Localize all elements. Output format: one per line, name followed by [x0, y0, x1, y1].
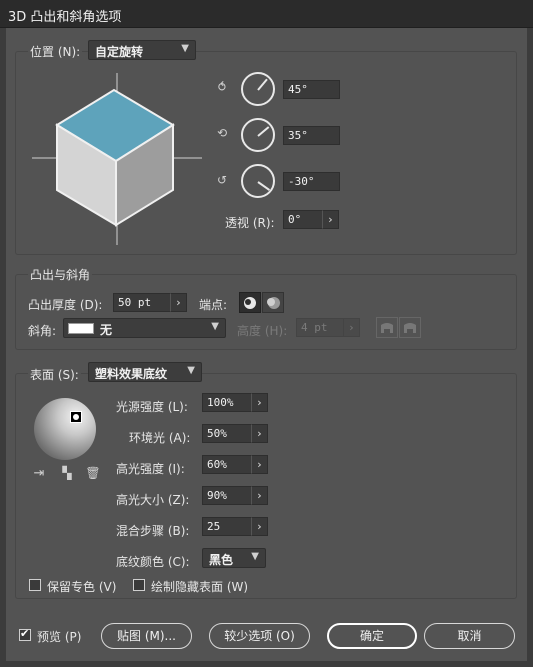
preserve-spot-label[interactable]: 保留专色 (V) [47, 578, 116, 595]
light-source-marker[interactable] [70, 411, 82, 423]
rotate-x-field[interactable]: 45° [283, 80, 340, 99]
highlight-intensity-field[interactable]: 60% [202, 455, 252, 474]
light-intensity-slider-button[interactable]: › [251, 393, 268, 412]
chevron-down-icon: ▼ [251, 551, 259, 562]
rotate-y-dial[interactable] [241, 118, 275, 152]
light-intensity-field[interactable]: 100% [202, 393, 252, 412]
new-light-icon[interactable]: ▚ [58, 466, 76, 480]
preview-checkbox[interactable] [19, 627, 31, 641]
highlight-intensity-label: 高光强度 (I): [116, 462, 185, 476]
blend-steps-label: 混合步骤 (B): [116, 524, 190, 538]
bevel-extent-in-button [376, 317, 398, 338]
extrude-section-label: 凸出与斜角 [28, 266, 93, 283]
rotate-x-icon: ⥀ [217, 80, 227, 94]
perspective-field[interactable]: 0° [283, 210, 323, 229]
chevron-down-icon: ▼ [187, 365, 195, 376]
position-preset-dropdown[interactable]: 自定旋转 ▼ [88, 40, 196, 60]
surface-dropdown[interactable]: 塑料效果底纹 ▼ [88, 362, 202, 382]
cube-preview[interactable] [32, 73, 202, 248]
blend-steps-slider-button[interactable]: › [251, 517, 268, 536]
ambient-slider-button[interactable]: › [251, 424, 268, 443]
dialog-body: 位置 (N): 自定旋转 ▼ ⥀ 45° ⟲ 35° ↺ -30° 透视 (R)… [6, 28, 527, 661]
extrude-depth-field[interactable]: 50 pt [113, 293, 171, 312]
bevel-height-slider-button: › [343, 318, 360, 337]
chevron-down-icon: ▼ [181, 43, 189, 54]
bevel-dropdown[interactable]: 无 ▼ [63, 318, 226, 338]
ambient-label: 环境光 (A): [129, 431, 191, 445]
surface-label: 表面 (S): [28, 366, 81, 383]
bevel-height-field: 4 pt [296, 318, 344, 337]
highlight-size-field[interactable]: 90% [202, 486, 252, 505]
cap-off-button[interactable] [262, 292, 284, 313]
perspective-label: 透视 (R): [225, 216, 275, 230]
cap-on-button[interactable] [239, 292, 261, 313]
bevel-label: 斜角: [28, 324, 57, 338]
position-label: 位置 (N): [28, 43, 83, 60]
preserve-spot-checkbox[interactable] [29, 579, 41, 591]
bevel-extent-out-button [399, 317, 421, 338]
cap-off-icon [267, 297, 280, 309]
blend-steps-field[interactable]: 25 [202, 517, 252, 536]
bevel-out-icon [404, 323, 416, 333]
position-preset-value: 自定旋转 [95, 45, 144, 59]
rotate-y-field[interactable]: 35° [283, 126, 340, 145]
preview-label[interactable]: 预览 (P) [37, 628, 81, 645]
rotate-z-icon: ↺ [216, 173, 228, 187]
highlight-size-slider-button[interactable]: › [251, 486, 268, 505]
ambient-field[interactable]: 50% [202, 424, 252, 443]
delete-light-icon: 🗑 [85, 466, 101, 480]
title-bar: 3D 凸出和斜角选项 [0, 0, 533, 28]
rotate-x-dial[interactable] [241, 72, 275, 106]
perspective-slider-button[interactable]: › [322, 210, 339, 229]
bevel-in-icon [381, 323, 393, 333]
extrude-depth-slider-button[interactable]: › [170, 293, 187, 312]
fewer-options-button[interactable]: 较少选项 (O) [209, 623, 310, 649]
bevel-value: 无 [100, 323, 113, 337]
draw-hidden-label[interactable]: 绘制隐藏表面 (W) [151, 578, 248, 595]
chevron-down-icon: ▼ [211, 321, 219, 332]
highlight-intensity-slider-button[interactable]: › [251, 455, 268, 474]
cancel-button[interactable]: 取消 [424, 623, 515, 649]
cap-label: 端点: [199, 298, 228, 312]
ok-button[interactable]: 确定 [327, 623, 417, 649]
shade-color-value: 黑色 [209, 553, 234, 567]
map-button[interactable]: 贴图 (M)... [101, 623, 192, 649]
shade-color-label: 底纹颜色 (C): [116, 555, 190, 569]
window-title: 3D 凸出和斜角选项 [8, 10, 122, 25]
bevel-height-label: 高度 (H): [237, 324, 288, 338]
move-light-back-icon[interactable]: ⇥ [30, 466, 48, 481]
bevel-swatch [68, 323, 94, 334]
light-intensity-label: 光源强度 (L): [116, 400, 188, 414]
cap-on-icon [244, 297, 256, 309]
extrude-depth-label: 凸出厚度 (D): [28, 298, 103, 312]
draw-hidden-checkbox[interactable] [133, 579, 145, 591]
rotate-z-dial[interactable] [241, 164, 275, 198]
lighting-sphere[interactable] [34, 398, 96, 460]
rotate-y-icon: ⟲ [216, 126, 228, 140]
shade-color-dropdown[interactable]: 黑色 ▼ [202, 548, 266, 568]
highlight-size-label: 高光大小 (Z): [116, 493, 190, 507]
surface-value: 塑料效果底纹 [95, 367, 168, 381]
rotate-z-field[interactable]: -30° [283, 172, 340, 191]
